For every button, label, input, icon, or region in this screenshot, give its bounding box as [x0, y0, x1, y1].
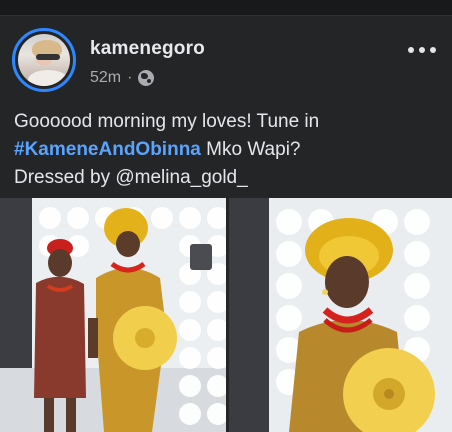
more-options-icon[interactable]: [408, 42, 436, 58]
more-dot: [408, 47, 414, 53]
post-caption: Goooood morning my loves! Tune in #Kamen…: [14, 108, 438, 192]
meta-separator: ·: [127, 69, 133, 86]
photo-2-image: [229, 198, 452, 432]
photo-1[interactable]: [0, 198, 226, 432]
caption-line-1: Goooood morning my loves! Tune in: [14, 111, 320, 132]
top-divider: [0, 0, 452, 16]
username-link[interactable]: kamenegoro: [90, 38, 205, 60]
post-card: kamenegoro 52m · Goooood morning my love…: [0, 16, 452, 432]
photo-gallery: [0, 198, 452, 432]
hashtag-link[interactable]: #KameneAndObinna: [14, 139, 201, 160]
avatar-story-ring[interactable]: [12, 28, 76, 92]
avatar-body: [28, 70, 68, 86]
photo-1-image: [0, 198, 226, 432]
post-time[interactable]: 52m: [90, 69, 121, 87]
post-header: kamenegoro 52m ·: [12, 28, 440, 92]
photo-2[interactable]: [229, 198, 452, 432]
caption-line-3: Dressed by @melina_gold_: [14, 167, 248, 188]
caption-line-2-text: Mko Wapi?: [200, 139, 301, 160]
more-dot: [419, 47, 425, 53]
more-dot: [430, 47, 436, 53]
caption-line-2: #KameneAndObinna Mko Wapi?: [14, 136, 438, 164]
globe-icon: [138, 70, 155, 86]
post-meta: 52m ·: [90, 69, 155, 87]
avatar-glasses: [36, 54, 60, 60]
avatar[interactable]: [18, 34, 70, 86]
